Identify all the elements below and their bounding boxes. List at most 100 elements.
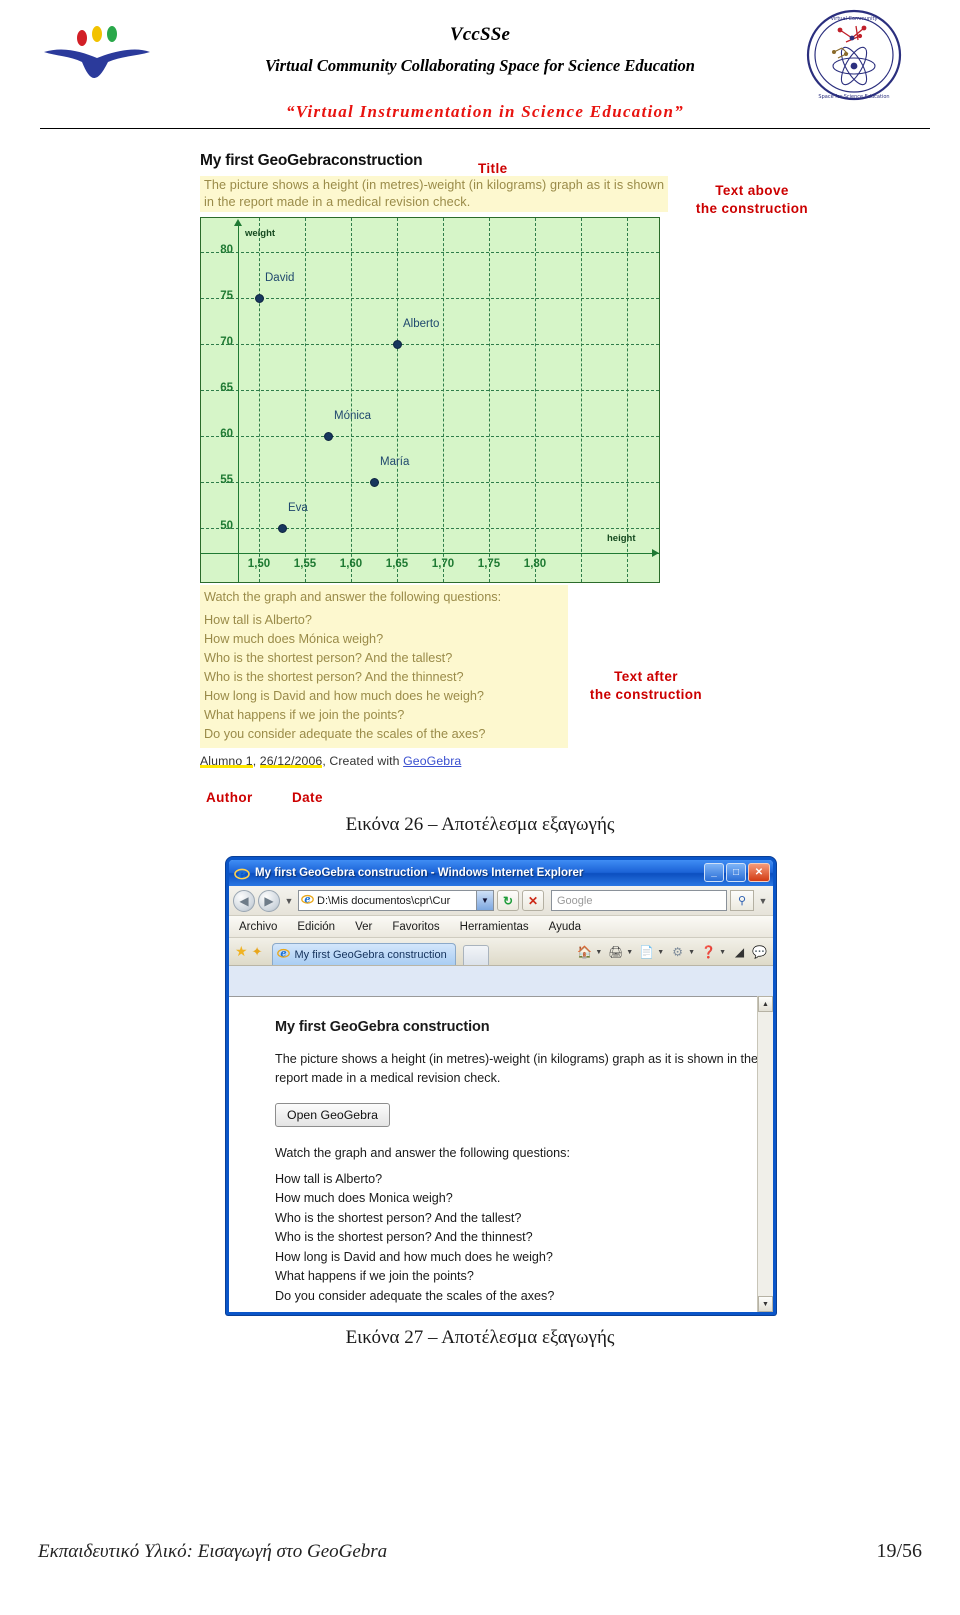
- header-divider: [40, 128, 930, 129]
- window-titlebar[interactable]: e My first GeoGebra construction - Windo…: [229, 860, 773, 886]
- address-bar[interactable]: e D:\Mis documentos\cpr\Cur ▼: [298, 890, 494, 911]
- tab-favicon: e: [277, 946, 291, 964]
- data-point-eva[interactable]: [277, 523, 287, 533]
- x-tick-label: 1,75: [477, 558, 501, 570]
- recent-pages-caret-icon[interactable]: ▼: [283, 896, 295, 906]
- page-question-item: Do you consider adequate the scales of t…: [275, 1288, 555, 1303]
- scroll-up-arrow-icon[interactable]: ▲: [758, 996, 773, 1012]
- question-item: How much does Mónica weigh?: [204, 632, 384, 646]
- print-caret-icon[interactable]: ▼: [626, 949, 633, 956]
- x-axis: [201, 553, 659, 554]
- page-header: VccSSe Virtual Community Collaborating S…: [0, 0, 960, 129]
- y-tick-label: 80: [220, 244, 233, 256]
- maximize-button[interactable]: □: [726, 863, 746, 882]
- gridline-horizontal: [201, 390, 659, 391]
- back-button[interactable]: ◀: [233, 889, 255, 912]
- browser-navigation-bar: ◀ ▶ ▼ e D:\Mis documentos\cpr\Cur ▼ ↻ ✕ …: [229, 886, 773, 916]
- svg-text:Space for Science Education: Space for Science Education: [818, 94, 889, 100]
- print-icon[interactable]: 🖨: [606, 943, 625, 961]
- page-caret-icon[interactable]: ▼: [657, 949, 664, 956]
- page-heading: My first GeoGebra construction: [275, 1019, 490, 1035]
- menu-item-edicion[interactable]: Edición: [297, 921, 335, 933]
- y-axis: [238, 224, 239, 582]
- window-title: My first GeoGebra construction - Windows…: [255, 867, 584, 879]
- y-tick-label: 50: [220, 520, 233, 532]
- data-point-monica[interactable]: [323, 431, 333, 441]
- page-paragraph: The picture shows a height (in metres)-w…: [275, 1052, 758, 1085]
- x-axis-arrow: [652, 549, 659, 557]
- data-point-label: David: [265, 272, 295, 284]
- favorites-star-icon[interactable]: ★: [235, 943, 248, 960]
- figure-27-caption: Εικόνα 27 – Αποτέλεσμα εξαγωγής: [345, 1327, 615, 1348]
- gear-caret-icon[interactable]: ▼: [688, 949, 695, 956]
- data-point-maria[interactable]: [369, 477, 379, 487]
- menu-item-ver[interactable]: Ver: [355, 921, 372, 933]
- research-icon[interactable]: ◢: [730, 943, 749, 961]
- y-axis-arrow: [234, 219, 242, 226]
- open-geogebra-button[interactable]: Open GeoGebra: [275, 1103, 390, 1127]
- home-icon[interactable]: 🏠: [575, 943, 594, 961]
- page-icon[interactable]: 📄: [637, 943, 656, 961]
- stop-button[interactable]: ✕: [522, 890, 544, 911]
- browser-tab-bar: ★ ✦ e My first GeoGebra construction 🏠 ▼…: [229, 938, 773, 966]
- tab-label: My first GeoGebra construction: [294, 948, 447, 961]
- footer-date: 26/12/2006: [259, 754, 323, 768]
- search-icon[interactable]: ⚲: [730, 890, 754, 911]
- x-axis-label: height: [607, 533, 636, 544]
- menu-item-ayuda[interactable]: Ayuda: [549, 921, 581, 933]
- x-tick-label: 1,55: [293, 558, 317, 570]
- browser-tab[interactable]: e My first GeoGebra construction: [272, 943, 456, 965]
- data-point-label: Alberto: [403, 318, 440, 330]
- footer-geogebra-link[interactable]: GeoGebra: [403, 754, 461, 768]
- address-dropdown-icon[interactable]: ▼: [476, 891, 493, 910]
- vccsse-bird-logo: [42, 22, 167, 82]
- y-tick-label: 65: [220, 382, 233, 394]
- geogebra-graph-panel: weight height 80 75 70 65 60 55 50 1,50 …: [200, 217, 660, 583]
- gridline-horizontal: [201, 298, 659, 299]
- menu-item-archivo[interactable]: Archivo: [239, 921, 277, 933]
- messenger-icon[interactable]: 💬: [750, 943, 769, 961]
- data-point-label: Eva: [288, 502, 308, 514]
- menu-item-herramientas[interactable]: Herramientas: [460, 921, 529, 933]
- footer-author: Alumno 1: [200, 754, 253, 768]
- content-scrollbar[interactable]: ▲ ▼: [757, 996, 773, 1312]
- new-tab-button[interactable]: [462, 945, 489, 965]
- refresh-button[interactable]: ↻: [497, 890, 519, 911]
- browser-content-area: My first GeoGebra construction The pictu…: [229, 996, 773, 1312]
- page-question-item: How tall is Alberto?: [275, 1171, 383, 1186]
- help-icon[interactable]: ❓: [699, 943, 718, 961]
- geogebra-html-page: My first GeoGebra construction The pictu…: [229, 997, 773, 1312]
- gear-icon[interactable]: ⚙: [668, 943, 687, 961]
- window-controls: _ □ ✕: [704, 863, 770, 882]
- data-point-david[interactable]: [254, 293, 264, 303]
- gridline-horizontal: [201, 482, 659, 483]
- gridline-horizontal: [201, 436, 659, 437]
- scroll-down-arrow-icon[interactable]: ▼: [758, 1296, 773, 1312]
- annotation-text-after-line1: Text after: [614, 669, 678, 684]
- close-button[interactable]: ✕: [748, 863, 770, 882]
- address-input[interactable]: D:\Mis documentos\cpr\Cur: [317, 895, 473, 907]
- minimize-button[interactable]: _: [704, 863, 724, 882]
- x-tick-label: 1,80: [523, 558, 547, 570]
- x-tick-label: 1,50: [247, 558, 271, 570]
- browser-menu-bar: Archivo Edición Ver Favoritos Herramient…: [229, 916, 773, 938]
- help-caret-icon[interactable]: ▼: [719, 949, 726, 956]
- footer-page-number: 19/56: [876, 1540, 922, 1562]
- annotation-text-after: Text after the construction: [556, 668, 736, 704]
- add-to-favorites-icon[interactable]: ✦: [252, 944, 263, 960]
- menu-item-favoritos[interactable]: Favoritos: [392, 921, 439, 933]
- header-subtitle: Virtual Community Collaborating Space fo…: [265, 56, 695, 75]
- search-input[interactable]: Google: [557, 895, 592, 907]
- gridline-horizontal: [201, 252, 659, 253]
- search-provider-caret-icon[interactable]: ▼: [757, 896, 769, 906]
- search-box[interactable]: Google: [551, 890, 727, 911]
- x-tick-label: 1,65: [385, 558, 409, 570]
- internet-explorer-window: e My first GeoGebra construction - Windo…: [226, 857, 776, 1315]
- annotation-author: Author: [206, 790, 253, 805]
- svg-text:e: e: [238, 867, 246, 881]
- data-point-alberto[interactable]: [392, 339, 402, 349]
- forward-button[interactable]: ▶: [258, 889, 280, 912]
- construction-intro-text: The picture shows a height (in metres)-w…: [200, 176, 668, 212]
- home-caret-icon[interactable]: ▼: [595, 949, 602, 956]
- gridline-horizontal: [201, 344, 659, 345]
